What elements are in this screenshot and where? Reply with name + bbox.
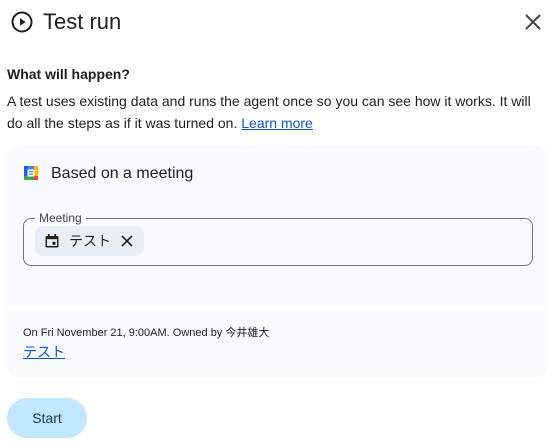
what-will-happen-heading: What will happen? [7,66,130,82]
dialog-title: Test run [43,9,122,34]
meeting-link[interactable]: テスト [23,344,65,361]
calendar-icon [45,234,59,248]
google-calendar-icon [24,166,38,180]
meeting-details-card [7,310,548,378]
meeting-meta: On Fri November 21, 9:00AM. Owned by 今井雄… [23,327,270,339]
learn-more-link[interactable]: Learn more [241,115,313,131]
start-button[interactable]: Start [7,398,87,438]
meeting-field-label: Meeting [35,211,86,225]
close-button[interactable] [521,10,545,34]
play-circle-icon [11,11,33,33]
description: A test uses existing data and runs the a… [7,90,542,134]
trigger-label: Based on a meeting [51,165,194,182]
dialog-header: Test run [0,0,555,44]
meeting-chip-label: テスト [69,233,111,249]
chip-remove-button[interactable] [121,235,133,247]
